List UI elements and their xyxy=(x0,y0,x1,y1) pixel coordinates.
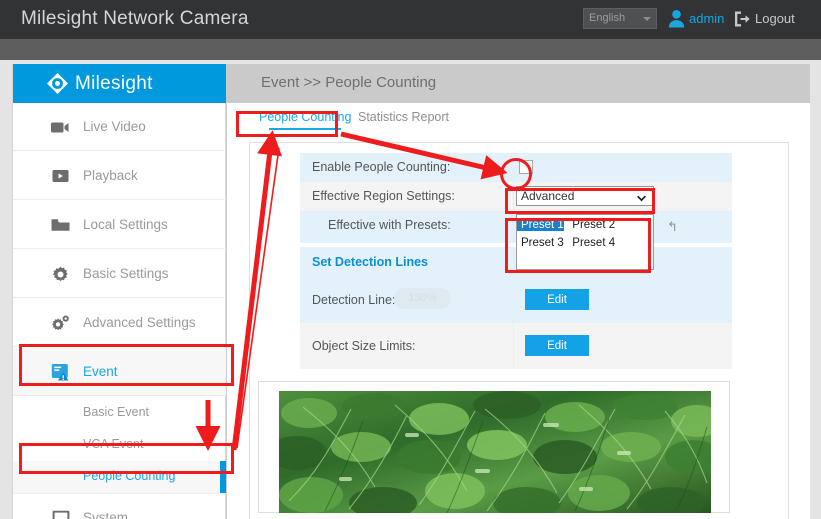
preview-container xyxy=(258,381,730,513)
sidebar-item-people-counting[interactable]: People Counting xyxy=(13,461,226,493)
double-gear-icon xyxy=(51,314,70,332)
sidebar-item-label: Playback xyxy=(83,168,138,183)
brand-name: Milesight xyxy=(75,73,153,94)
sidebar-item-system[interactable]: System xyxy=(13,494,226,519)
effective-region-value: Advanced xyxy=(521,189,575,203)
tab-label: People Counting xyxy=(259,110,352,124)
tab-people-counting[interactable]: People Counting xyxy=(257,108,353,130)
row-separator xyxy=(513,153,514,182)
language-select[interactable]: English xyxy=(583,8,657,29)
sidebar-item-vca-event[interactable]: VCA Event xyxy=(13,429,226,461)
chevron-down-icon xyxy=(637,192,646,202)
sidebar-item-label: Live Video xyxy=(83,119,146,134)
page-shell: Milesight Live Video Playback Local Sett… xyxy=(12,64,810,519)
active-indicator xyxy=(220,461,226,493)
row-separator xyxy=(513,323,514,369)
tab-label: Statistics Report xyxy=(358,110,450,124)
row-object-size-limits: Object Size Limits: Edit xyxy=(300,323,732,369)
tab-active-underline xyxy=(269,128,342,130)
sidebar-item-label: Event xyxy=(83,364,118,379)
effective-region-label: Effective Region Settings: xyxy=(312,189,455,203)
preset-listbox[interactable]: Preset 1 Preset 2 Preset 3 Preset 4 xyxy=(516,214,654,270)
sidebar-item-event[interactable]: Event xyxy=(13,348,226,396)
app-title: Milesight Network Camera xyxy=(21,8,249,29)
sidebar-item-local-settings[interactable]: Local Settings xyxy=(13,201,226,249)
detection-line-value-pill: 130% xyxy=(394,288,451,309)
listbox-option[interactable]: Preset 3 xyxy=(517,237,564,249)
camera-live-preview[interactable] xyxy=(279,391,711,513)
tab-statistics-report[interactable]: Statistics Report xyxy=(356,108,451,130)
row-effective-presets: Effective with Presets: ↰ Preset 1 Prese… xyxy=(300,211,732,270)
row-enable-people-counting: Enable People Counting: xyxy=(300,153,732,182)
logout-icon[interactable] xyxy=(733,10,751,28)
breadcrumb-bar: Event >> People Counting xyxy=(227,64,810,103)
enable-people-counting-checkbox[interactable] xyxy=(519,160,533,174)
header-divider-bar xyxy=(0,39,821,60)
detection-line-label: Detection Line: xyxy=(312,293,396,307)
tab-strip: People Counting Statistics Report xyxy=(227,103,810,133)
people-counting-form: Enable People Counting: Effective Region… xyxy=(300,153,732,369)
app-header: Milesight Network Camera English admin L… xyxy=(0,0,821,39)
row-detection-line: Detection Line: 130% Edit xyxy=(300,277,732,323)
effective-region-select[interactable]: Advanced xyxy=(516,186,654,206)
sidebar-subitem-label: Basic Event xyxy=(83,405,150,419)
sidebar-item-basic-settings[interactable]: Basic Settings xyxy=(13,250,226,298)
sidebar-item-label: Advanced Settings xyxy=(83,315,196,330)
sidebar: Milesight Live Video Playback Local Sett… xyxy=(13,64,226,519)
language-value: English xyxy=(589,12,626,24)
sidebar-item-label: System xyxy=(83,510,129,519)
detection-line-edit-button[interactable]: Edit xyxy=(525,289,589,310)
cursor-pointer-icon: ↰ xyxy=(667,219,678,234)
gear-icon xyxy=(51,265,70,283)
row-effective-region: Effective Region Settings: Advanced xyxy=(300,182,732,211)
sidebar-item-label: Basic Settings xyxy=(83,266,169,281)
sidebar-item-playback[interactable]: Playback xyxy=(13,152,226,200)
sidebar-item-advanced-settings[interactable]: Advanced Settings xyxy=(13,299,226,347)
sidebar-item-label: Local Settings xyxy=(83,217,168,232)
admin-label[interactable]: admin xyxy=(689,11,724,26)
brand-logo: Milesight xyxy=(13,64,226,103)
object-size-edit-button[interactable]: Edit xyxy=(525,335,589,356)
sidebar-subitem-label: People Counting xyxy=(83,469,176,483)
monitor-icon xyxy=(51,509,70,519)
playback-icon xyxy=(51,167,70,185)
milesight-logo-icon xyxy=(46,72,69,95)
camera-web-ui: Milesight Network Camera English admin L… xyxy=(0,0,821,519)
user-icon xyxy=(668,9,685,28)
listbox-option[interactable]: Preset 1 xyxy=(517,219,564,231)
effective-presets-label: Effective with Presets: xyxy=(328,218,451,232)
event-alert-icon xyxy=(51,363,70,381)
row-separator xyxy=(513,277,514,323)
logout-label[interactable]: Logout xyxy=(755,11,795,26)
object-size-limits-label: Object Size Limits: xyxy=(312,339,416,353)
video-camera-icon xyxy=(51,118,70,136)
row-separator xyxy=(513,182,514,211)
sidebar-subitem-label: VCA Event xyxy=(83,437,144,451)
sidebar-item-basic-event[interactable]: Basic Event xyxy=(13,397,226,429)
chevron-down-icon xyxy=(643,17,651,21)
content-area: Event >> People Counting People Counting… xyxy=(227,64,810,519)
section-header-detection-lines: Set Detection Lines xyxy=(312,255,428,269)
breadcrumb: Event >> People Counting xyxy=(261,74,437,91)
row-separator xyxy=(513,211,514,243)
folder-icon xyxy=(51,216,70,234)
listbox-option[interactable]: Preset 2 xyxy=(568,219,615,231)
listbox-option[interactable]: Preset 4 xyxy=(568,237,615,249)
sidebar-item-live-video[interactable]: Live Video xyxy=(13,103,226,151)
settings-panel: Enable People Counting: Effective Region… xyxy=(249,142,789,519)
enable-people-counting-label: Enable People Counting: xyxy=(312,160,451,174)
